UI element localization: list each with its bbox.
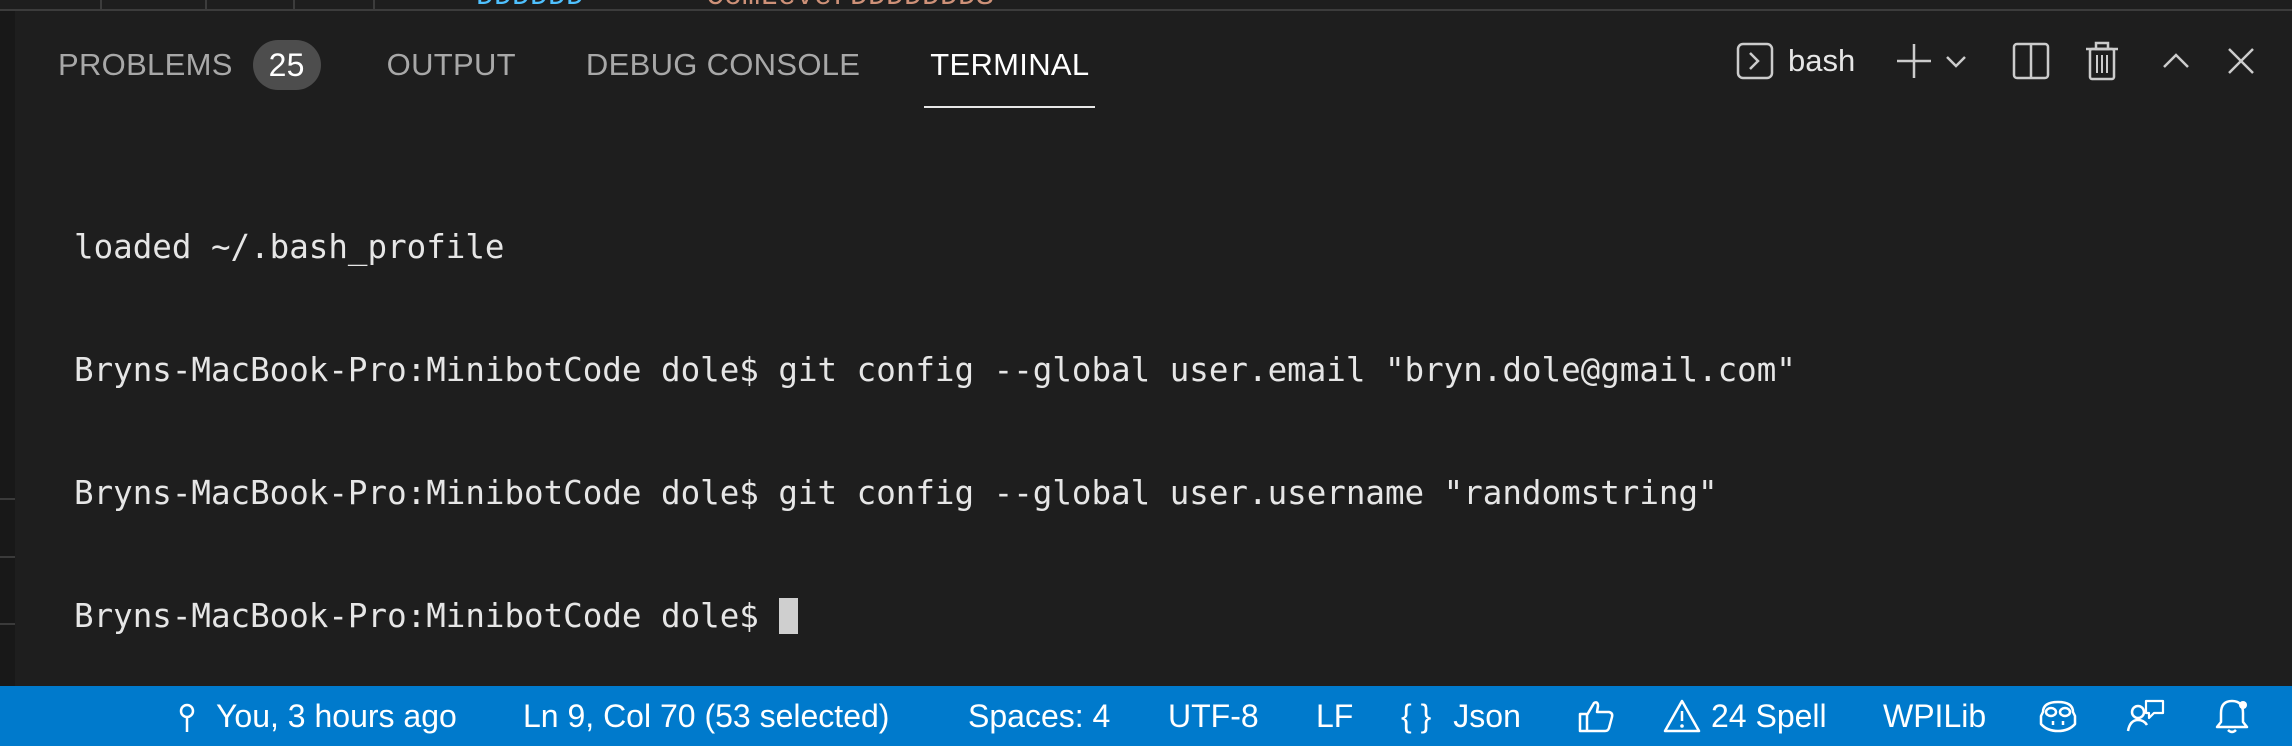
encoding-item[interactable]: UTF-8 bbox=[1168, 686, 1259, 746]
active-tab-indicator bbox=[924, 106, 1096, 108]
vscode-panel-window: DDDDDD ComLeverDDDDDDDS PROBLEMS 25 OUTP… bbox=[0, 0, 2292, 746]
git-blame-text: You, 3 hours ago bbox=[216, 697, 457, 734]
cursor-position-text: Ln 9, Col 70 (53 selected) bbox=[523, 697, 890, 734]
chevron-up-icon bbox=[2160, 45, 2192, 77]
gutter-tick bbox=[0, 498, 15, 500]
left-gutter bbox=[0, 11, 15, 686]
terminal-prompt-line: Bryns-MacBook-Pro:MinibotCode dole$ bbox=[74, 596, 1796, 637]
tab-terminal[interactable]: TERMINAL bbox=[924, 30, 1096, 108]
terminal-prompt: Bryns-MacBook-Pro:MinibotCode dole$ bbox=[74, 597, 759, 635]
copilot-item[interactable] bbox=[2037, 686, 2079, 746]
braces-icon: { } bbox=[1401, 697, 1432, 734]
eol-item[interactable]: LF bbox=[1316, 686, 1353, 746]
terminal-selector[interactable]: bash bbox=[1736, 36, 1855, 86]
terminal-name-label: bash bbox=[1788, 43, 1856, 78]
maximize-panel-button[interactable] bbox=[2160, 36, 2192, 86]
git-blame-item[interactable]: You, 3 hours ago bbox=[176, 686, 457, 746]
wpilib-item[interactable]: WPILib bbox=[1883, 686, 1986, 746]
terminal-line: Bryns-MacBook-Pro:MinibotCode dole$ git … bbox=[74, 474, 1718, 512]
tab-problems[interactable]: PROBLEMS 25 bbox=[58, 30, 321, 108]
terminal-profiles-dropdown[interactable] bbox=[1944, 36, 1968, 86]
trash-icon bbox=[2084, 41, 2120, 81]
panel-tab-bar: PROBLEMS 25 OUTPUT DEBUG CONSOLE TERMINA… bbox=[58, 30, 1096, 108]
gutter-tick bbox=[0, 623, 15, 625]
tab-debug-console-label: DEBUG CONSOLE bbox=[585, 47, 861, 82]
tab-terminal-label: TERMINAL bbox=[930, 47, 1090, 82]
live-share-item[interactable] bbox=[2126, 686, 2166, 746]
status-bar: You, 3 hours ago Ln 9, Col 70 (53 select… bbox=[0, 686, 2292, 746]
bell-icon bbox=[2214, 697, 2250, 735]
git-commit-icon bbox=[176, 698, 198, 734]
spell-check-item[interactable]: 24 Spell bbox=[1663, 686, 1827, 746]
kill-terminal-button[interactable] bbox=[2084, 36, 2120, 86]
tab-output-label: OUTPUT bbox=[386, 47, 516, 82]
encoding-text: UTF-8 bbox=[1168, 697, 1259, 734]
language-mode-text: Json bbox=[1453, 697, 1521, 734]
terminal-line: loaded ~/.bash_profile bbox=[74, 228, 505, 266]
warning-icon bbox=[1663, 698, 1701, 734]
feedback-item[interactable] bbox=[1577, 686, 1615, 746]
terminal-output[interactable]: loaded ~/.bash_profile Bryns-MacBook-Pro… bbox=[74, 145, 1796, 719]
tab-problems-label: PROBLEMS bbox=[58, 47, 233, 82]
tab-debug-console[interactable]: DEBUG CONSOLE bbox=[586, 30, 860, 108]
tab-output[interactable]: OUTPUT bbox=[387, 30, 516, 108]
cursor-position-item[interactable]: Ln 9, Col 70 (53 selected) bbox=[523, 686, 889, 746]
chevron-down-icon bbox=[1944, 49, 1968, 73]
notifications-item[interactable] bbox=[2214, 686, 2250, 746]
close-icon bbox=[2226, 46, 2256, 76]
close-panel-button[interactable] bbox=[2226, 36, 2256, 86]
eol-text: LF bbox=[1316, 697, 1354, 734]
wpilib-text: WPILib bbox=[1883, 697, 1987, 734]
indentation-text: Spaces: 4 bbox=[968, 697, 1111, 734]
problems-count-badge: 25 bbox=[252, 40, 321, 90]
new-terminal-button[interactable] bbox=[1894, 36, 1934, 86]
indentation-item[interactable]: Spaces: 4 bbox=[968, 686, 1110, 746]
spell-check-text: 24 Spell bbox=[1711, 697, 1827, 734]
terminal-icon bbox=[1736, 42, 1774, 80]
split-terminal-button[interactable] bbox=[2012, 36, 2050, 86]
language-mode-item[interactable]: { } Json bbox=[1401, 686, 1521, 746]
panel-border bbox=[0, 9, 2292, 11]
gutter-tick bbox=[0, 556, 15, 558]
split-icon bbox=[2012, 42, 2050, 80]
terminal-line: Bryns-MacBook-Pro:MinibotCode dole$ git … bbox=[74, 351, 1796, 389]
thumbs-up-icon bbox=[1577, 698, 1615, 734]
terminal-cursor bbox=[778, 598, 798, 634]
copilot-icon bbox=[2037, 698, 2079, 734]
plus-icon bbox=[1894, 41, 1934, 81]
account-feedback-icon bbox=[2126, 698, 2166, 734]
